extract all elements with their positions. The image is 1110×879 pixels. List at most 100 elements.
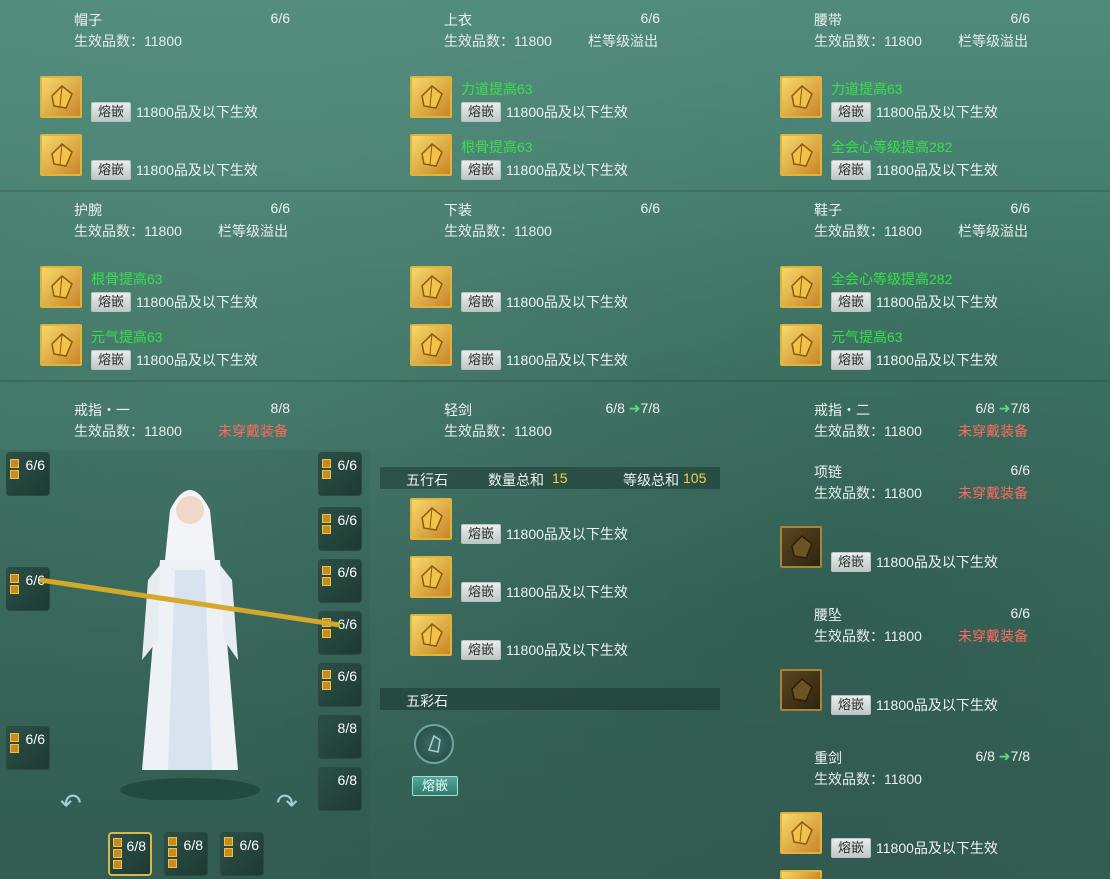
char-slot-right[interactable]: 8/8 bbox=[318, 715, 362, 759]
equip-name: 上衣 bbox=[444, 12, 472, 28]
effect-text: 11800品及以下生效 bbox=[876, 352, 998, 368]
rotate-right-icon[interactable]: ↷ bbox=[276, 788, 298, 819]
inlay-button[interactable]: 熔嵌 bbox=[831, 695, 871, 715]
inlay-button[interactable]: 熔嵌 bbox=[91, 160, 131, 180]
inlay-button[interactable]: 熔嵌 bbox=[831, 350, 871, 370]
effect-text: 11800品及以下生效 bbox=[876, 840, 998, 856]
inlay-button[interactable]: 熔嵌 bbox=[461, 292, 501, 312]
level-total-label: 等级总和 bbox=[623, 472, 679, 488]
inlay-button[interactable]: 熔嵌 bbox=[831, 838, 871, 858]
wuxing-header: 五行石 数量总和 15 等级总和 105 bbox=[380, 467, 720, 489]
gem-icon[interactable] bbox=[780, 76, 822, 118]
inlay-button[interactable]: 熔嵌 bbox=[461, 640, 501, 660]
gem-icon[interactable] bbox=[410, 324, 452, 366]
gem-icon[interactable] bbox=[410, 76, 452, 118]
inlay-button[interactable]: 熔嵌 bbox=[461, 102, 501, 122]
gem-attribute: 力道提高63 bbox=[831, 81, 903, 97]
gem-slot: 熔嵌 11800品及以下生效 bbox=[40, 76, 410, 122]
gem-slot: 元气提高63 熔嵌 11800品及以下生效 bbox=[40, 324, 410, 370]
effective-quality: 生效品数：11800 bbox=[74, 33, 182, 49]
inlay-button[interactable]: 熔嵌 bbox=[91, 102, 131, 122]
effect-text: 11800品及以下生效 bbox=[506, 104, 628, 120]
equip-count: 6/8 bbox=[605, 400, 625, 416]
char-slot-right[interactable]: 6/6 bbox=[318, 507, 362, 551]
equip-count-next: 7/8 bbox=[1010, 748, 1030, 764]
overflow-note: 栏等级溢出 bbox=[218, 223, 288, 239]
char-slot-bottom[interactable]: 6/6 bbox=[220, 832, 264, 876]
gem-icon[interactable] bbox=[410, 134, 452, 176]
inlay-button[interactable]: 熔嵌 bbox=[831, 292, 871, 312]
effective-quality: 生效品数：11800 bbox=[814, 628, 922, 644]
colorful-inlay-button[interactable]: 熔嵌 bbox=[412, 776, 458, 796]
effective-quality: 生效品数：11800 bbox=[444, 223, 552, 239]
slot-count: 6/6 bbox=[239, 837, 259, 853]
gem-slot: 熔嵌 11800品及以下生效 bbox=[410, 324, 780, 370]
gem-attribute: 力道提高63 bbox=[461, 81, 533, 97]
equip-name: 护腕 bbox=[74, 202, 102, 218]
char-slot-right[interactable]: 6/6 bbox=[318, 452, 362, 496]
gem-icon[interactable] bbox=[40, 134, 82, 176]
arrow-right-icon: ➜ bbox=[998, 748, 1011, 764]
colorful-stone-slot-icon[interactable] bbox=[414, 724, 454, 764]
effect-text: 11800品及以下生效 bbox=[876, 294, 998, 310]
inlay-button[interactable]: 熔嵌 bbox=[831, 160, 871, 180]
inlay-button[interactable]: 熔嵌 bbox=[91, 350, 131, 370]
effect-text: 11800品及以下生效 bbox=[136, 294, 258, 310]
equip-count: 6/8 bbox=[975, 400, 995, 416]
gem-icon[interactable] bbox=[410, 498, 452, 540]
equip-name: 戒指・二 bbox=[814, 402, 870, 418]
inlay-button[interactable]: 熔嵌 bbox=[91, 292, 131, 312]
equip-panel-top: 上衣 6/6 生效品数：11800 栏等级溢出 力道提高63 熔嵌 11800品… bbox=[370, 0, 740, 190]
gem-icon[interactable] bbox=[410, 556, 452, 598]
gem-icon[interactable] bbox=[780, 669, 822, 711]
inlay-button[interactable]: 熔嵌 bbox=[461, 160, 501, 180]
gem-icon[interactable] bbox=[40, 266, 82, 308]
effective-quality: 生效品数：11800 bbox=[814, 223, 922, 239]
gem-icon-partial bbox=[780, 870, 822, 879]
equip-count: 8/8 bbox=[270, 400, 290, 416]
slot-count: 6/8 bbox=[126, 838, 146, 854]
gem-icon[interactable] bbox=[410, 266, 452, 308]
char-slot-left[interactable]: 6/6 bbox=[6, 726, 50, 770]
slot-count: 6/8 bbox=[183, 837, 203, 853]
not-equipped-note: 未穿戴装备 bbox=[958, 485, 1028, 501]
gem-icon[interactable] bbox=[780, 324, 822, 366]
slot-count: 6/8 bbox=[337, 772, 357, 788]
inlay-button[interactable]: 熔嵌 bbox=[461, 582, 501, 602]
slot-count: 6/6 bbox=[337, 616, 357, 632]
char-slot-left[interactable]: 6/6 bbox=[6, 452, 50, 496]
inlay-button[interactable]: 熔嵌 bbox=[831, 102, 871, 122]
equip-name: 腰带 bbox=[814, 12, 842, 28]
effective-quality: 生效品数：11800 bbox=[74, 423, 182, 439]
wuxing-title: 五行石 bbox=[406, 472, 448, 488]
gem-icon[interactable] bbox=[40, 324, 82, 366]
char-slot-right[interactable]: 6/8 bbox=[318, 767, 362, 811]
inlay-button[interactable]: 熔嵌 bbox=[461, 524, 501, 544]
inlay-button[interactable]: 熔嵌 bbox=[461, 350, 501, 370]
char-slot-right[interactable]: 6/6 bbox=[318, 663, 362, 707]
gem-icon[interactable] bbox=[780, 134, 822, 176]
gem-icon[interactable] bbox=[780, 812, 822, 854]
effect-text: 11800品及以下生效 bbox=[136, 352, 258, 368]
char-slot-bottom[interactable]: 6/8 bbox=[164, 832, 208, 876]
effect-text: 11800品及以下生效 bbox=[876, 104, 998, 120]
rotate-left-icon[interactable]: ↶ bbox=[60, 788, 82, 819]
gem-slot: 根骨提高63 熔嵌 11800品及以下生效 bbox=[410, 134, 780, 180]
not-equipped-note: 未穿戴装备 bbox=[218, 423, 288, 439]
gem-icon[interactable] bbox=[40, 76, 82, 118]
effective-quality: 生效品数：11800 bbox=[444, 423, 552, 439]
gem-icon[interactable] bbox=[780, 266, 822, 308]
overflow-note: 栏等级溢出 bbox=[958, 33, 1028, 49]
overflow-note: 栏等级溢出 bbox=[958, 223, 1028, 239]
char-slot-bottom[interactable]: 6/8 bbox=[108, 832, 152, 876]
character-model bbox=[120, 490, 260, 800]
gem-slot: 熔嵌 11800品及以下生效 bbox=[780, 669, 1110, 715]
gem-slot: 熔嵌 11800品及以下生效 bbox=[40, 134, 410, 180]
gem-icon[interactable] bbox=[410, 614, 452, 656]
equip-name: 腰坠 bbox=[814, 607, 842, 623]
effective-quality: 生效品数：11800 bbox=[814, 423, 922, 439]
effect-text: 11800品及以下生效 bbox=[506, 352, 628, 368]
gem-icon[interactable] bbox=[780, 526, 822, 568]
wuxing-slot: 熔嵌 11800品及以下生效 bbox=[410, 614, 780, 660]
inlay-button[interactable]: 熔嵌 bbox=[831, 552, 871, 572]
